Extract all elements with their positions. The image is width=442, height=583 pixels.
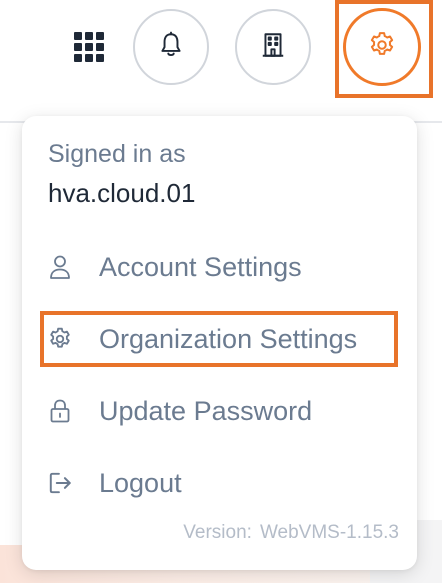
menu-item-account-settings[interactable]: Account Settings	[46, 247, 396, 287]
menu-item-update-password[interactable]: Update Password	[46, 391, 396, 431]
version-value: WebVMS-1.15.3	[259, 522, 399, 543]
username: hva.cloud.01	[48, 178, 196, 208]
apps-grid-icon[interactable]	[74, 32, 104, 62]
settings-button[interactable]	[343, 8, 421, 86]
user-icon	[46, 253, 74, 281]
user-menu-dropdown: Signed in as hva.cloud.01 Account Settin…	[22, 116, 417, 570]
version-label: Version:	[183, 522, 252, 543]
bell-icon	[158, 31, 184, 64]
menu-item-organization-settings[interactable]: Organization Settings	[46, 319, 396, 359]
menu-item-label: Logout	[99, 467, 182, 498]
gear-icon	[46, 325, 74, 353]
gear-icon	[367, 30, 397, 65]
menu-item-label: Update Password	[99, 395, 313, 426]
menu-item-label: Organization Settings	[99, 323, 358, 354]
version-info: Version: WebVMS-1.15.3	[183, 522, 399, 544]
menu-item-label: Account Settings	[99, 251, 302, 282]
organization-button[interactable]	[235, 9, 311, 85]
menu-item-logout[interactable]: Logout	[46, 463, 396, 503]
lock-icon	[46, 397, 74, 425]
signed-in-label: Signed in as	[48, 140, 186, 168]
building-icon	[260, 31, 286, 64]
notifications-button[interactable]	[133, 9, 209, 85]
logout-icon	[46, 469, 74, 497]
